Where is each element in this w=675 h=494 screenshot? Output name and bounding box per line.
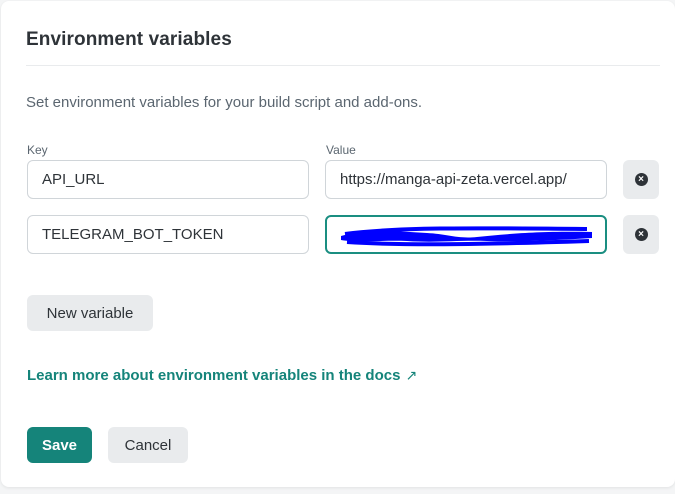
remove-variable-button-1[interactable]: ×	[623, 160, 659, 199]
panel-description: Set environment variables for your build…	[26, 94, 423, 111]
close-circle-icon: ×	[634, 228, 648, 241]
docs-link-label: Learn more about environment variables i…	[27, 367, 401, 384]
title-divider	[26, 65, 660, 66]
redaction-scribble	[341, 226, 592, 247]
new-variable-button[interactable]: New variable	[27, 295, 153, 331]
docs-link[interactable]: Learn more about environment variables i…	[27, 367, 417, 384]
variable-value-input-1[interactable]: https://manga-api-zeta.vercel.app/	[325, 160, 607, 199]
value-column-label: Value	[326, 143, 356, 157]
key-column-label: Key	[27, 143, 48, 157]
panel-title: Environment variables	[26, 29, 232, 50]
save-button[interactable]: Save	[27, 427, 92, 463]
close-circle-icon: ×	[634, 173, 648, 186]
variable-key-input-1[interactable]: API_URL	[27, 160, 309, 199]
variable-value-input-2[interactable]	[325, 215, 607, 254]
variable-key-input-2[interactable]: TELEGRAM_BOT_TOKEN	[27, 215, 309, 254]
remove-variable-button-2[interactable]: ×	[623, 215, 659, 254]
cancel-button[interactable]: Cancel	[108, 427, 188, 463]
external-link-icon: ↗	[405, 367, 418, 383]
environment-variables-panel: Environment variables Set environment va…	[1, 1, 675, 487]
